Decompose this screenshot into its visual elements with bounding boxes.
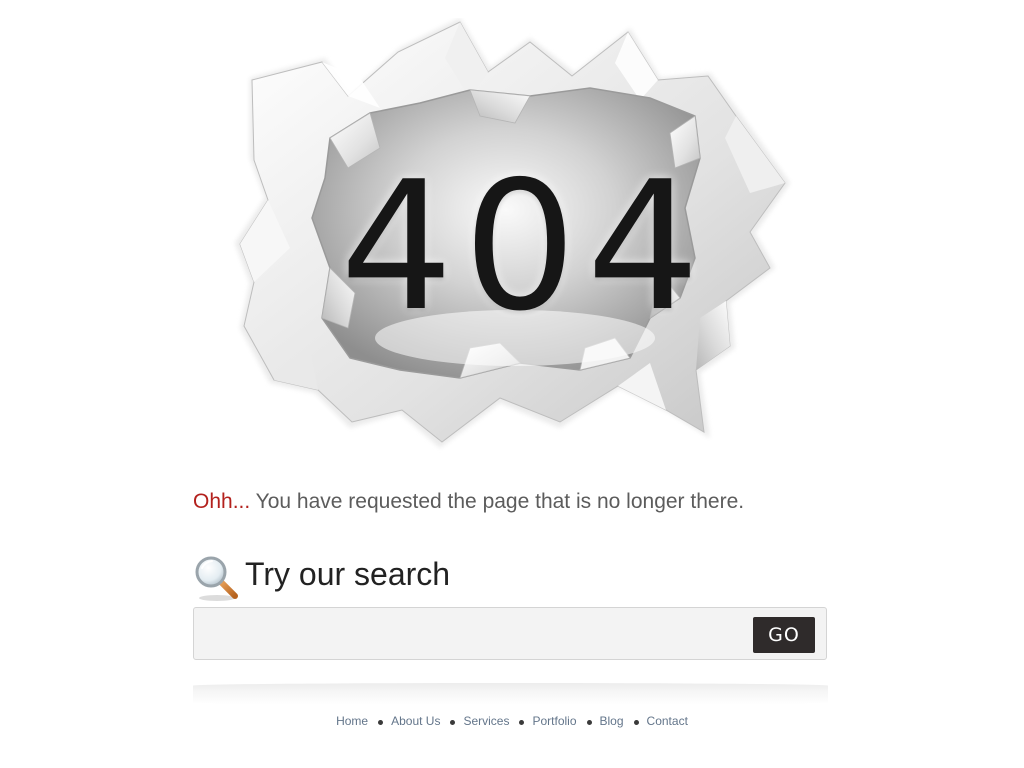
search-form: GO [193,607,827,660]
footer-link-about-us[interactable]: About Us [391,714,440,728]
bullet-separator [378,719,384,725]
error-code: 404 [340,143,710,350]
bullet-separator [633,719,639,725]
footer-link-home[interactable]: Home [336,714,368,728]
search-title: Try our search [245,555,451,592]
error-message: Ohh... You have requested the page that … [193,490,744,514]
footer-link-portfolio[interactable]: Portfolio [532,714,576,728]
magnifier-icon [195,556,238,601]
search-heading: Try our search [193,554,450,602]
error-page: 404 Ohh... You have requested the page t… [0,0,1024,768]
error-message-accent: Ohh... [193,490,251,513]
bullet-separator [586,719,592,725]
footer-link-services[interactable]: Services [463,714,509,728]
go-button[interactable]: GO [753,617,815,653]
torn-paper-illustration: 404 [230,18,800,458]
footer-divider [193,683,828,705]
search-input[interactable] [204,616,748,654]
error-message-text: You have requested the page that is no l… [250,490,745,513]
bullet-separator [450,719,456,725]
footer-link-contact[interactable]: Contact [647,714,688,728]
footer-nav: Home About Us Services Portfolio Blog Co… [0,714,1024,728]
footer-link-blog[interactable]: Blog [600,714,624,728]
bullet-separator [519,719,525,725]
